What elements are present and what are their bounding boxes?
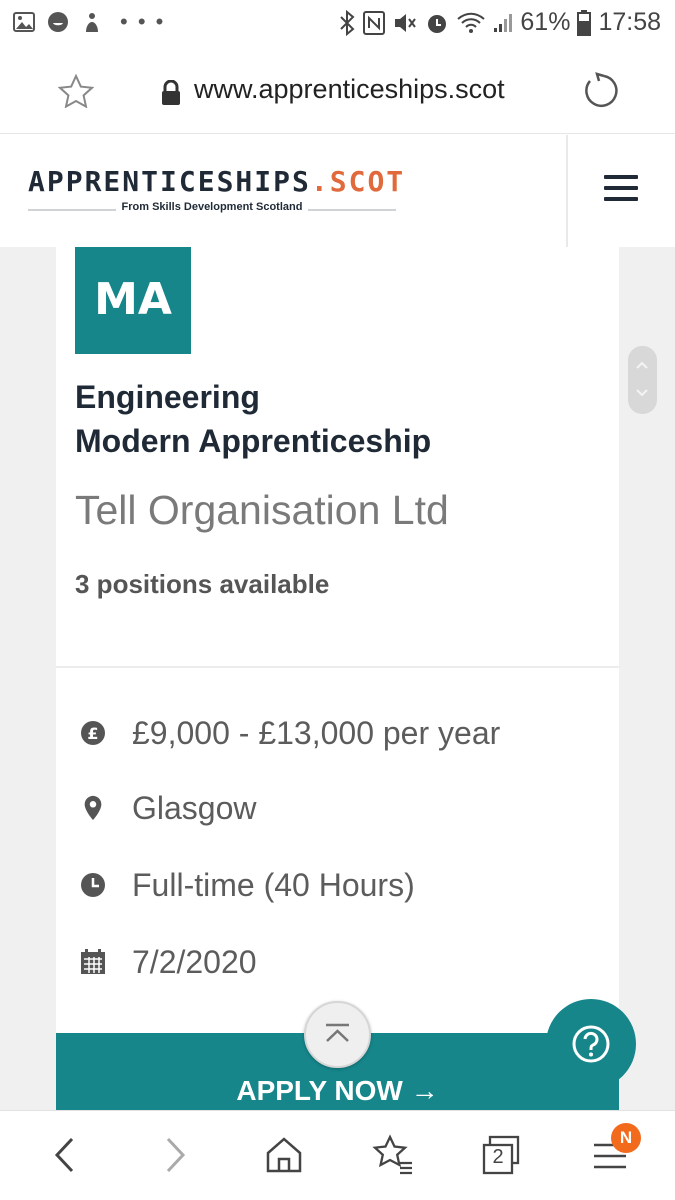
mute-icon [395,13,417,32]
card-divider [56,666,619,668]
scroll-arrows-icon [636,361,648,397]
logo-tagline: From Skills Development Scotland [115,201,309,213]
reload-icon[interactable] [582,72,618,108]
site-header: APPRENTICESHIPS.SCOT From Skills Develop… [0,135,675,247]
menu-notification-badge: N [611,1123,641,1153]
browser-bottom-nav: 2 [0,1110,675,1200]
help-button[interactable] [546,999,636,1089]
forward-icon[interactable] [152,1133,196,1177]
job-title-line2: Modern Apprenticeship [75,423,432,459]
image-icon [13,12,35,32]
date-row: 7/2/2020 [80,944,257,980]
hours-text: Full-time (40 Hours) [132,866,415,903]
url-field[interactable]: www.apprenticeships.scot [194,74,505,105]
date-text: 7/2/2020 [132,943,257,980]
question-icon [572,1025,610,1063]
salary-row: £ £9,000 - £13,000 per year [80,715,500,751]
sailor-icon [86,13,98,32]
hours-row: Full-time (40 Hours) [80,867,415,903]
lock-icon [162,80,180,105]
bookmarks-icon[interactable] [372,1133,416,1177]
vacancy-card: MA Engineering Modern Apprenticeship Tel… [56,247,619,1110]
salary-text: £9,000 - £13,000 per year [132,714,501,751]
more-notifications-icon: • • • [120,9,166,34]
svg-text:£: £ [87,724,98,743]
clock-time: 17:58 [598,8,661,36]
smiley-icon [48,12,68,32]
header-divider [566,135,568,247]
alarm-icon [428,14,447,33]
page-scroll-handle[interactable] [628,346,657,414]
positions-available: 3 positions available [75,569,330,599]
star-icon[interactable] [58,74,94,108]
status-system: 61% 17:58 [338,8,661,37]
back-icon[interactable] [44,1133,88,1177]
home-icon[interactable] [262,1133,306,1177]
wifi-icon [457,12,486,33]
clock-icon [81,873,105,897]
signal-icon [494,13,513,32]
tab-count: 2 [492,1146,504,1168]
arrow-up-icon [326,1023,349,1042]
menu-icon[interactable] [604,175,638,203]
location-text: Glasgow [132,789,257,826]
browser-address-bar: www.apprenticeships.scot [0,50,675,134]
calendar-icon [81,949,105,974]
status-bar: • • • 61% 17:58 [0,0,675,50]
logo-scot-text: .SCOT [310,165,406,198]
location-pin-icon [84,795,102,821]
logo-text: APPRENTICESHIPS [28,165,311,198]
status-notifications: • • • [12,10,165,34]
ma-badge: MA [75,247,191,354]
tabs-icon[interactable]: 2 [480,1133,524,1177]
site-logo[interactable]: APPRENTICESHIPS.SCOT [28,165,405,198]
nfc-icon [363,10,386,35]
pound-icon: £ [81,721,105,745]
battery-icon [577,9,592,36]
bluetooth-icon [340,9,355,36]
job-title-line1: Engineering [75,379,260,415]
battery-percent: 61% [520,8,571,36]
location-row: Glasgow [80,790,257,826]
job-title: Engineering Modern Apprenticeship [75,375,595,463]
employer-name: Tell Organisation Ltd [75,487,449,533]
logo-tagline-wrap: From Skills Development Scotland [0,201,424,213]
back-to-top-button[interactable] [304,1001,371,1068]
